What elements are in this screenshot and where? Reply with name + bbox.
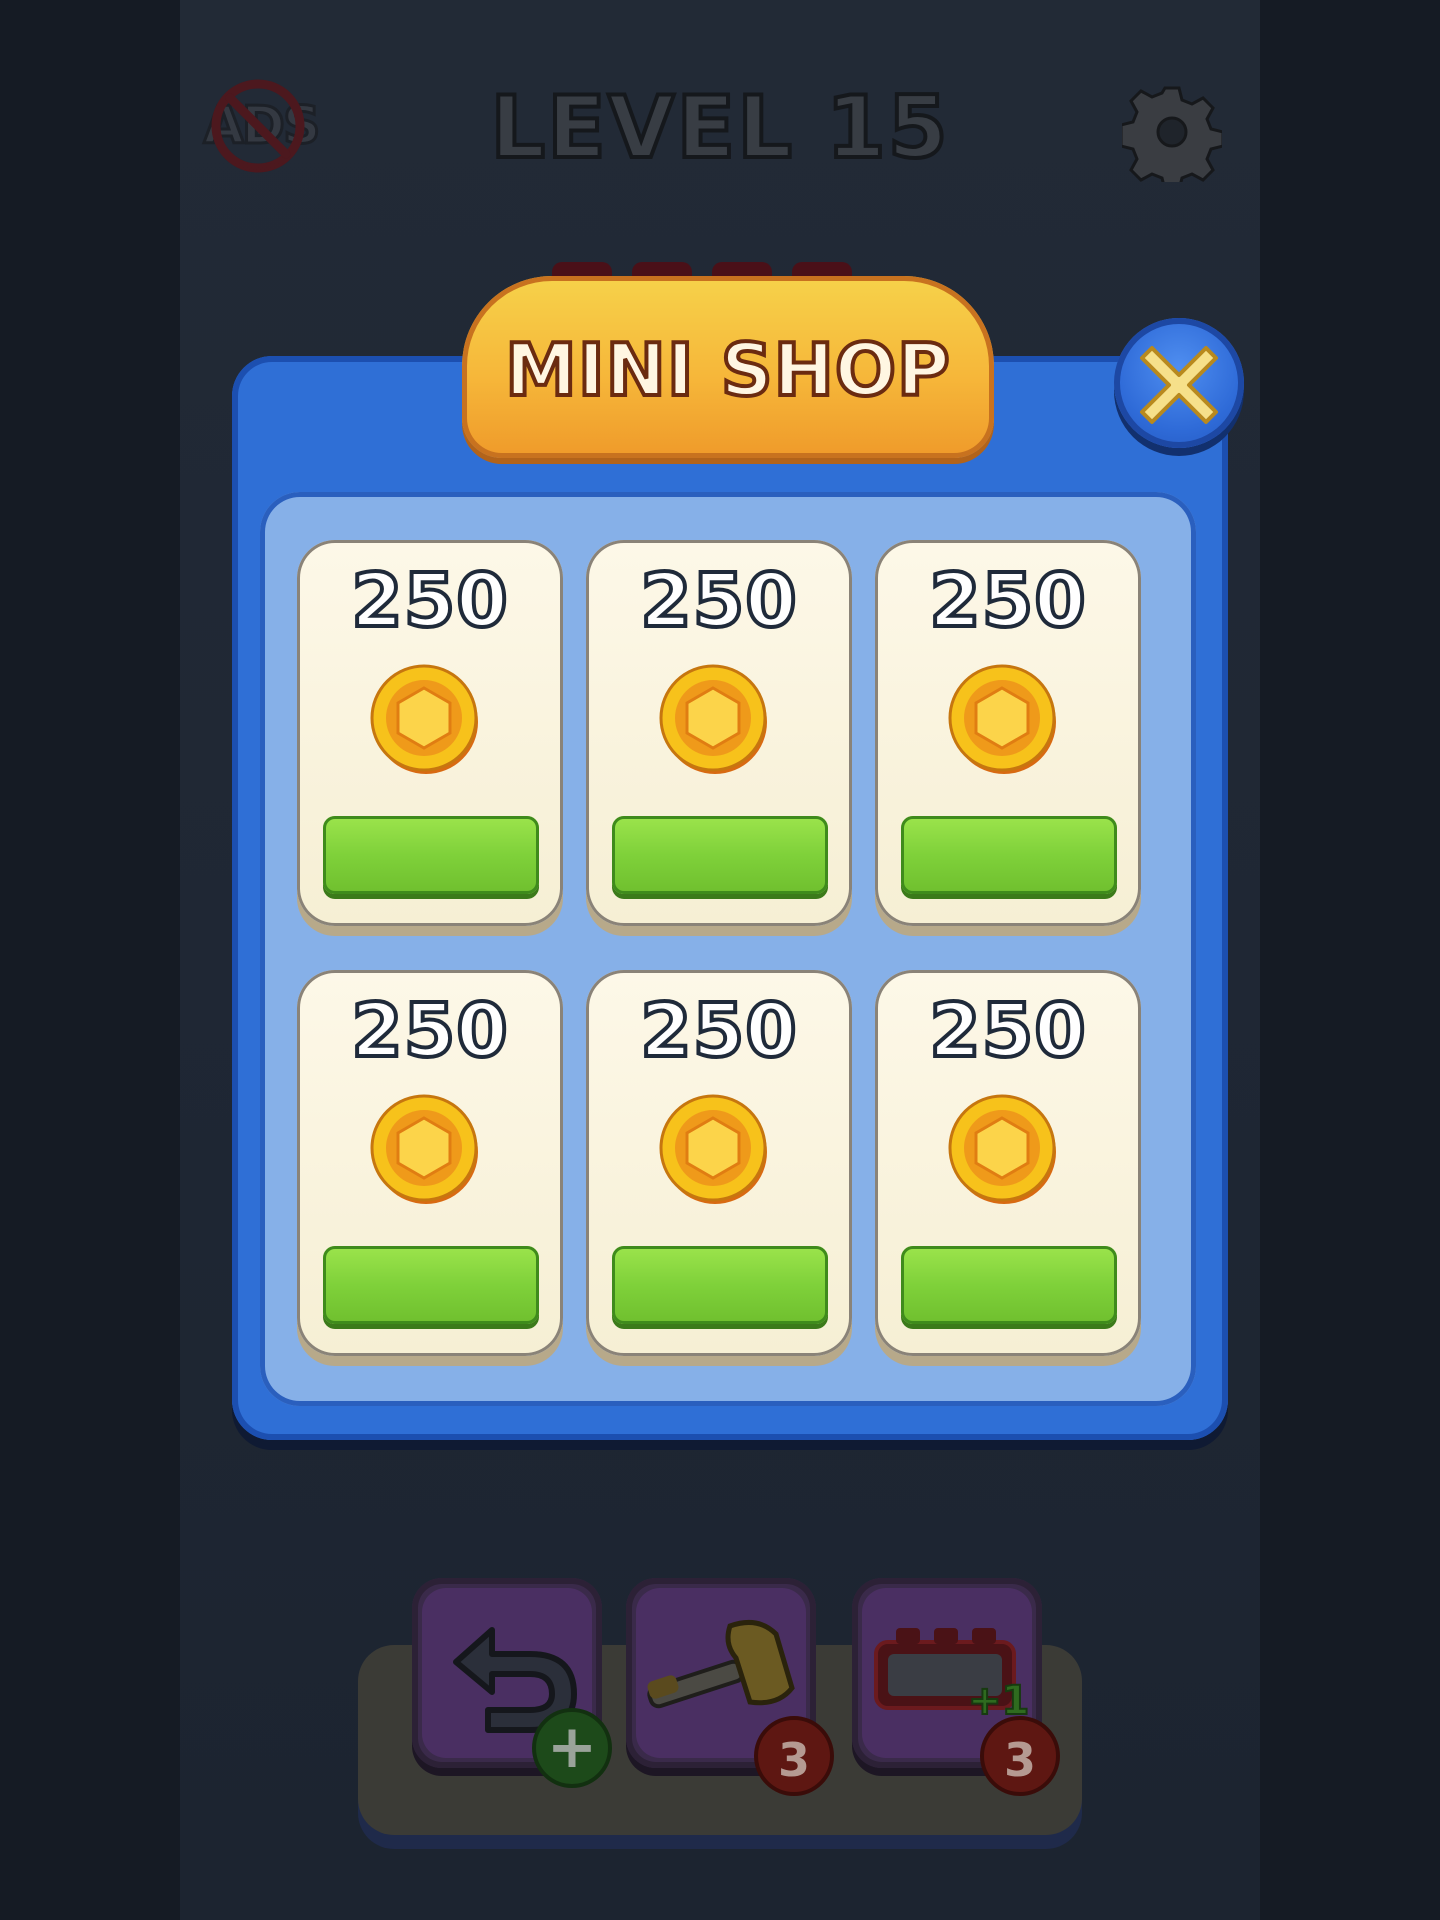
coin-amount: 250 xyxy=(349,556,509,646)
coin-amount: 250 xyxy=(638,986,798,1076)
coin-icon xyxy=(948,664,1056,774)
close-button[interactable] xyxy=(1114,318,1244,448)
shop-item[interactable]: 250 xyxy=(875,540,1141,926)
shop-item[interactable]: 250 xyxy=(297,540,563,926)
buy-button[interactable] xyxy=(901,1246,1117,1324)
booster-hammer[interactable]: 3 xyxy=(626,1578,834,1796)
coin-amount: 250 xyxy=(927,986,1087,1076)
coin-amount: 250 xyxy=(349,986,509,1076)
buy-button[interactable] xyxy=(612,1246,828,1324)
shop-item[interactable]: 250 xyxy=(586,540,852,926)
shop-item[interactable]: 250 xyxy=(297,970,563,1356)
shop-item[interactable]: 250 xyxy=(586,970,852,1356)
buy-button[interactable] xyxy=(612,816,828,894)
booster-undo-badge: + xyxy=(532,1708,612,1788)
booster-hammer-count: 3 xyxy=(754,1716,834,1796)
close-icon xyxy=(1140,346,1218,424)
level-title: LEVEL 15 xyxy=(488,76,950,180)
coin-icon xyxy=(370,664,478,774)
shop-item[interactable]: 250 xyxy=(875,970,1141,1356)
no-ads-button[interactable]: ADS xyxy=(196,76,326,176)
coin-icon xyxy=(948,1094,1056,1204)
mini-shop-banner: MINI SHOP xyxy=(462,276,994,458)
buy-button[interactable] xyxy=(323,816,539,894)
coin-amount: 250 xyxy=(638,556,798,646)
buy-button[interactable] xyxy=(323,1246,539,1324)
booster-extra-slot[interactable]: +1 3 xyxy=(852,1578,1060,1796)
left-letterbox xyxy=(0,0,180,1920)
right-letterbox xyxy=(1260,0,1440,1920)
coin-icon xyxy=(370,1094,478,1204)
booster-extra-slot-count: 3 xyxy=(980,1716,1060,1796)
no-sign-icon xyxy=(211,79,305,173)
coin-icon xyxy=(659,1094,767,1204)
booster-undo[interactable]: + xyxy=(412,1578,612,1788)
gear-icon[interactable] xyxy=(1122,82,1222,182)
modal-title: MINI SHOP xyxy=(503,326,952,414)
buy-button[interactable] xyxy=(901,816,1117,894)
coin-amount: 250 xyxy=(927,556,1087,646)
coin-icon xyxy=(659,664,767,774)
